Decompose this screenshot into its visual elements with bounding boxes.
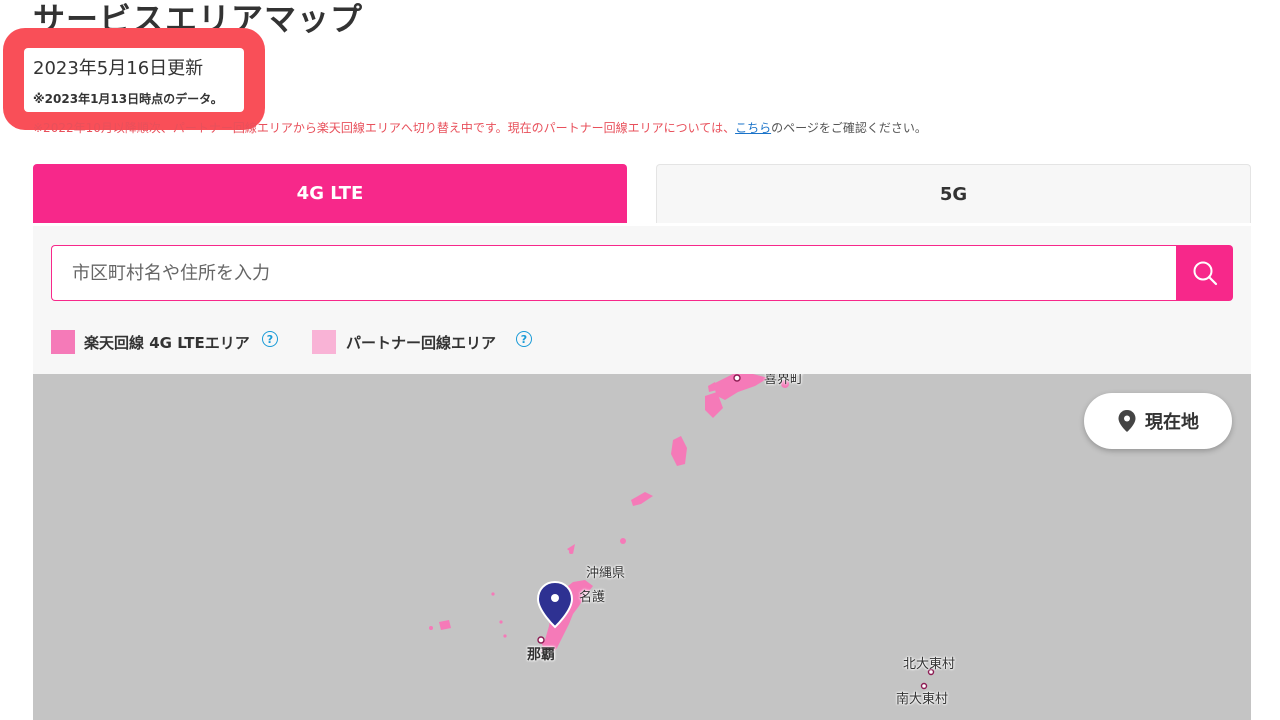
- area-switch-note: ※2022年10月以降順次、パートナー回線エリアから楽天回線エリアへ切り替え中で…: [33, 119, 927, 136]
- map-marker-icon[interactable]: [536, 580, 574, 630]
- partner-area-link[interactable]: こちら: [735, 121, 771, 135]
- legend-swatch-partner: [312, 330, 336, 354]
- map-label-okinawa: 沖縄県: [586, 566, 626, 581]
- map-label-kitadaito: 北大東村: [903, 657, 956, 672]
- service-area-map[interactable]: 喜界町 沖縄県 名護 那覇 北大東村 南大東村: [33, 374, 1251, 720]
- legend-label-rakuten: 楽天回線 4G LTEエリア: [84, 334, 250, 352]
- switch-note-suffix: のページをご確認ください。: [771, 121, 927, 135]
- updated-date: 2023年5月16日更新: [33, 58, 204, 79]
- help-icon[interactable]: ?: [516, 331, 532, 347]
- search-icon: [1193, 261, 1217, 286]
- data-date-note: ※2023年1月13日時点のデータ。: [33, 92, 223, 106]
- legend-label-partner: パートナー回線エリア: [346, 334, 497, 352]
- tab-4g-lte[interactable]: 4G LTE: [33, 164, 627, 223]
- search-input[interactable]: [51, 245, 1177, 301]
- location-pin-icon: [1118, 410, 1136, 432]
- current-location-button[interactable]: 現在地: [1084, 393, 1232, 449]
- network-tabs: 4G LTE 5G: [33, 164, 1251, 229]
- search-button[interactable]: [1176, 245, 1233, 301]
- map-label-nago: 名護: [579, 590, 606, 605]
- map-label-kikai: 喜界町: [764, 374, 804, 387]
- help-icon[interactable]: ?: [262, 331, 278, 347]
- map-label-naha: 那覇: [527, 647, 555, 663]
- map-coverage-layer: [429, 374, 935, 690]
- map-label-minamidaito: 南大東村: [896, 692, 949, 707]
- legend-swatch-rakuten: [51, 330, 75, 354]
- tab-5g[interactable]: 5G: [656, 164, 1251, 223]
- current-location-label: 現在地: [1145, 412, 1199, 433]
- switch-note-prefix: ※2022年10月以降順次、パートナー回線エリアから楽天回線エリアへ切り替え中で…: [33, 121, 736, 135]
